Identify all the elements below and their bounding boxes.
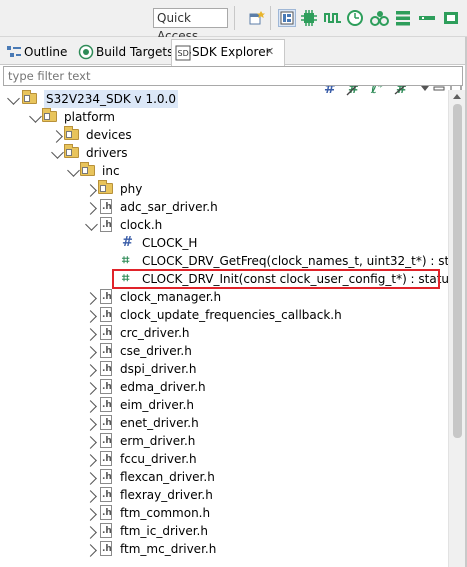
java-perspective-icon[interactable] — [278, 9, 296, 27]
chevron-right-icon[interactable] — [84, 292, 97, 305]
chevron-right-icon[interactable] — [84, 436, 97, 449]
highlight-box — [112, 269, 440, 289]
peripherals-icon[interactable] — [370, 9, 389, 27]
filter-input[interactable] — [3, 66, 463, 86]
chevron-right-icon[interactable] — [84, 310, 97, 323]
header-file-icon: .h — [100, 415, 112, 430]
header-file-icon: .h — [100, 325, 112, 340]
scroll-up-arrow-icon[interactable] — [453, 94, 461, 99]
chevron-right-icon[interactable] — [84, 472, 97, 485]
chevron-right-icon[interactable] — [84, 328, 97, 341]
sdk-project-icon — [22, 90, 37, 104]
tab-outline[interactable]: Outline — [4, 40, 72, 64]
folder-icon — [98, 180, 113, 194]
processor-icon[interactable] — [300, 9, 318, 27]
clocks-icon[interactable] — [346, 9, 364, 27]
folder-icon — [64, 144, 79, 158]
chevron-right-icon[interactable] — [84, 418, 97, 431]
header-file-icon: .h — [100, 397, 112, 412]
header-file-icon: .h — [100, 469, 112, 484]
chevron-down-icon[interactable] — [7, 92, 20, 105]
main-toolbar: Quick Access — [0, 0, 467, 43]
chevron-right-icon[interactable] — [84, 400, 97, 413]
outline-icon — [6, 44, 22, 68]
header-file-icon: .h — [100, 307, 112, 322]
chevron-right-icon[interactable] — [84, 490, 97, 503]
chevron-down-icon[interactable] — [67, 164, 80, 177]
scrollbar-thumb[interactable] — [453, 104, 462, 438]
toolbar-separator — [234, 6, 235, 30]
vertical-scrollbar[interactable] — [448, 90, 466, 567]
header-file-icon: .h — [100, 433, 112, 448]
chevron-down-icon[interactable] — [29, 110, 42, 123]
chevron-right-icon[interactable] — [84, 508, 97, 521]
chevron-right-icon[interactable] — [84, 526, 97, 539]
folder-icon — [64, 126, 79, 140]
macro-hash-icon: # — [122, 235, 133, 250]
tab-sdk-explorer[interactable]: SDK SDK Explorer ✕ — [171, 39, 285, 66]
header-file-icon: .h — [100, 487, 112, 502]
folder-icon — [80, 162, 95, 176]
chevron-right-icon[interactable] — [84, 346, 97, 359]
header-file-icon: .h — [100, 451, 112, 466]
components-icon[interactable] — [394, 9, 412, 27]
header-file-icon: .h — [100, 505, 112, 520]
header-file-icon: .h — [100, 217, 112, 232]
header-file-icon: .h — [100, 199, 112, 214]
view-tab-bar: Outline Build Targets SDK SDK Explorer ✕… — [0, 37, 467, 97]
chevron-right-icon[interactable] — [84, 364, 97, 377]
chevron-right-icon[interactable] — [84, 184, 97, 197]
chevron-right-icon[interactable] — [50, 130, 63, 143]
chevron-right-icon[interactable] — [84, 382, 97, 395]
toolbar-separator — [270, 6, 271, 30]
registers-icon[interactable] — [442, 9, 460, 27]
sdk-tree: S32V234_SDK v 1.0.0 platform devices dri… — [0, 90, 448, 567]
chevron-right-icon[interactable] — [84, 202, 97, 215]
tab-build-targets[interactable]: Build Targets — [76, 40, 173, 64]
svg-text:SDK: SDK — [178, 49, 192, 58]
open-perspective-icon[interactable] — [248, 9, 266, 27]
build-targets-icon — [78, 44, 94, 68]
quick-access-field[interactable]: Quick Access — [153, 8, 228, 43]
folder-icon — [42, 108, 57, 122]
chevron-down-icon[interactable] — [85, 218, 98, 231]
header-file-icon: .h — [100, 541, 112, 556]
function-icon: ⌗ — [122, 253, 130, 268]
header-file-icon: .h — [100, 289, 112, 304]
header-file-icon: .h — [100, 343, 112, 358]
close-tab-icon[interactable]: ✕ — [265, 40, 274, 64]
chevron-down-icon[interactable] — [51, 146, 64, 159]
header-file-icon: .h — [100, 523, 112, 538]
header-file-icon: .h — [100, 379, 112, 394]
terminal-icon[interactable] — [418, 9, 436, 27]
pins-icon[interactable] — [324, 9, 342, 27]
chevron-right-icon[interactable] — [84, 454, 97, 467]
chevron-right-icon[interactable] — [84, 544, 97, 557]
header-file-icon: .h — [100, 361, 112, 376]
